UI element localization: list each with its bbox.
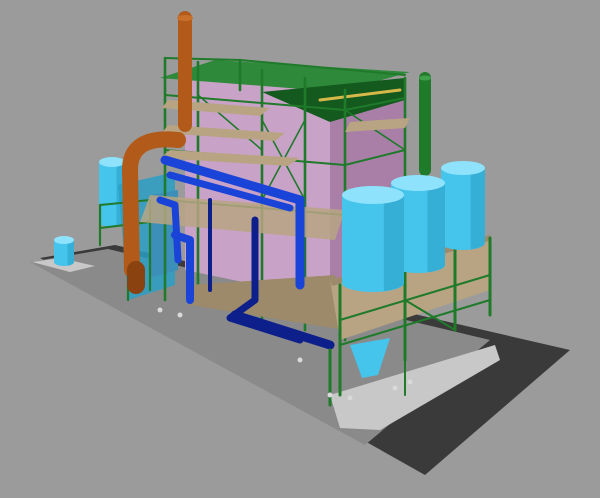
green-stack xyxy=(419,72,431,176)
silo-3 xyxy=(441,161,485,250)
small-tank xyxy=(54,236,74,266)
equipment-fitting xyxy=(327,392,333,398)
equipment-fitting xyxy=(297,357,303,363)
equipment-fitting xyxy=(177,312,183,318)
equipment-fitting xyxy=(392,385,398,391)
flue-stack-top xyxy=(177,15,193,21)
equipment-fitting xyxy=(347,395,353,401)
boiler-plant-3d-view xyxy=(0,0,600,498)
silo-1 xyxy=(342,186,404,292)
stack-top xyxy=(419,75,431,81)
equipment-fitting xyxy=(407,379,413,385)
equipment-fitting xyxy=(157,307,163,313)
